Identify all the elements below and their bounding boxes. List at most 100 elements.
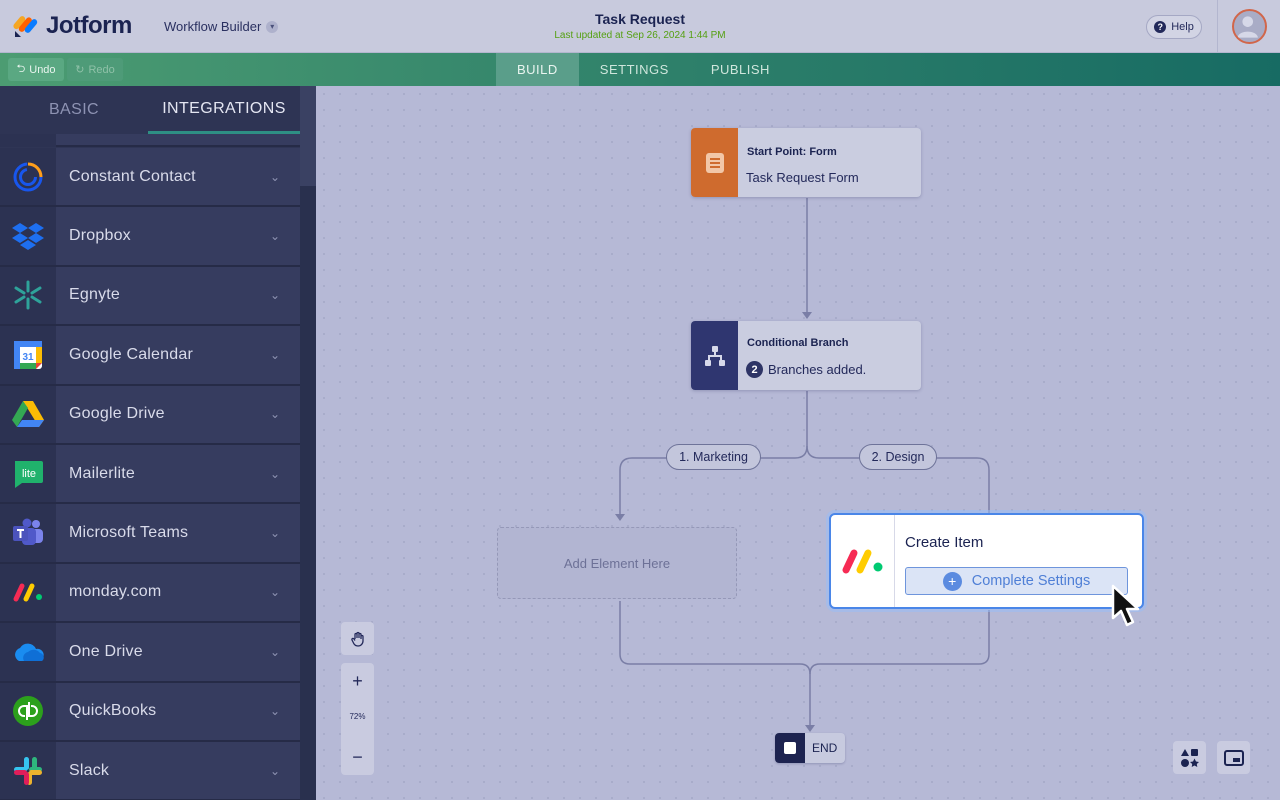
zoom-level: 72% xyxy=(349,712,366,721)
google-drive-icon xyxy=(12,401,44,428)
element-sidebar: BASIC INTEGRATIONS Constant Contact ⌄ Dr… xyxy=(0,86,316,800)
onedrive-icon xyxy=(15,643,44,661)
sidebar-tabs: BASIC INTEGRATIONS xyxy=(0,86,300,134)
complete-settings-label: Complete Settings xyxy=(971,573,1091,589)
sidebar-item-mailerlite[interactable]: lite Mailerlite ⌄ xyxy=(0,444,300,505)
sidebar-item-google-calendar[interactable]: 31 Google Calendar ⌄ xyxy=(0,326,300,386)
conditional-node-title: Conditional Branch xyxy=(747,337,849,349)
branch-count-badge: 2 xyxy=(746,361,763,378)
sidebar-item-label: Mailerlite xyxy=(69,464,136,482)
zoom-in-button[interactable]: + xyxy=(341,666,374,696)
pan-tool-button[interactable] xyxy=(341,622,374,655)
sidebar-item-dropbox[interactable]: Dropbox ⌄ xyxy=(0,207,300,267)
tab-build[interactable]: BUILD xyxy=(496,53,579,86)
zoom-controls: + 72% − xyxy=(341,663,374,775)
tab-integrations[interactable]: INTEGRATIONS xyxy=(148,86,300,134)
sidebar-item-label: Slack xyxy=(69,761,110,779)
conditional-branch-node[interactable]: Conditional Branch 2 Branches added. xyxy=(691,321,921,390)
calendar-day-text: 31 xyxy=(22,352,34,363)
sidebar-item-quickbooks[interactable]: QuickBooks ⌄ xyxy=(0,682,300,742)
hand-icon xyxy=(350,631,364,647)
header-divider xyxy=(1217,0,1218,53)
stop-icon xyxy=(775,733,805,763)
branch-icon xyxy=(691,321,738,390)
chevron-down-icon: ⌄ xyxy=(269,347,281,362)
sidebar-item-onedrive[interactable]: One Drive ⌄ xyxy=(0,623,300,683)
sidebar-item-label: Egnyte xyxy=(69,286,121,304)
chevron-down-icon: ⌄ xyxy=(269,763,281,778)
chevron-down-icon: ⌄ xyxy=(269,585,281,600)
chevron-down-icon: ▾ xyxy=(266,20,279,33)
help-button[interactable]: ? Help xyxy=(1146,15,1202,39)
tab-publish[interactable]: PUBLISH xyxy=(690,53,791,86)
add-element-placeholder[interactable]: Add Element Here xyxy=(497,527,737,599)
sidebar-item-label: Microsoft Teams xyxy=(69,524,189,542)
help-label: Help xyxy=(1171,21,1194,33)
create-item-node[interactable]: Create Item + Complete Settings xyxy=(829,513,1144,609)
quickbooks-icon xyxy=(13,696,43,727)
undo-label: Undo xyxy=(29,63,56,76)
redo-button[interactable]: ↻ Redo xyxy=(67,58,123,81)
list-item-partial xyxy=(0,134,56,147)
chevron-down-icon: ⌄ xyxy=(269,169,281,184)
redo-label: Redo xyxy=(88,63,115,76)
mailerlite-icon: lite xyxy=(15,460,43,488)
question-icon: ? xyxy=(1154,21,1167,33)
workflow-builder-switcher[interactable]: Workflow Builder ▾ xyxy=(164,19,279,34)
chevron-down-icon: ⌄ xyxy=(269,704,281,719)
chevron-down-icon: ⌄ xyxy=(269,288,281,303)
page-title[interactable]: Task Request xyxy=(440,11,840,27)
sidebar-item-constant-contact[interactable]: Constant Contact ⌄ xyxy=(0,148,300,208)
sidebar-item-microsoft-teams[interactable]: Microsoft Teams ⌄ xyxy=(0,504,300,564)
chevron-down-icon: ⌄ xyxy=(269,644,281,659)
logo-text: Jotform xyxy=(46,12,132,39)
conditional-node-subtitle: 2 Branches added. xyxy=(746,361,866,378)
elements-panel-button[interactable] xyxy=(1173,741,1206,774)
dropbox-icon xyxy=(12,223,44,251)
end-node[interactable]: END xyxy=(775,733,845,763)
start-node-title: Start Point: Form xyxy=(747,146,837,158)
chevron-down-icon: ⌄ xyxy=(269,466,281,481)
sidebar-scrollbar[interactable] xyxy=(300,86,316,800)
branch-label-marketing[interactable]: 1. Marketing xyxy=(666,444,761,470)
zoom-out-button[interactable]: − xyxy=(341,742,374,772)
tab-settings[interactable]: SETTINGS xyxy=(579,53,690,86)
undo-icon: ⮌ xyxy=(16,63,26,75)
sidebar-item-egnyte[interactable]: Egnyte ⌄ xyxy=(0,266,300,327)
start-node-subtitle: Task Request Form xyxy=(746,170,859,185)
sidebar-item-slack[interactable]: Slack ⌄ xyxy=(0,741,300,800)
user-avatar[interactable] xyxy=(1232,9,1267,44)
plus-icon: + xyxy=(942,571,962,591)
mouse-pointer-icon xyxy=(1111,584,1140,627)
workflow-canvas[interactable]: Start Point: Form Task Request Form Cond… xyxy=(316,86,1280,800)
redo-icon: ↻ xyxy=(75,64,85,76)
monday-icon xyxy=(13,583,42,602)
sidebar-scrollbar-thumb[interactable] xyxy=(300,86,316,186)
minimap-button[interactable] xyxy=(1217,741,1250,774)
sidebar-item-monday[interactable]: monday.com ⌄ xyxy=(0,563,300,624)
microsoft-teams-icon xyxy=(13,518,43,546)
start-point-node[interactable]: Start Point: Form Task Request Form xyxy=(691,128,921,197)
chevron-down-icon: ⌄ xyxy=(269,229,281,244)
builder-toolbar: ⮌ Undo ↻ Redo BUILD SETTINGS PUBLISH xyxy=(0,53,1280,86)
complete-settings-button[interactable]: + Complete Settings xyxy=(905,567,1128,595)
sidebar-item-label: Google Calendar xyxy=(69,345,193,363)
top-header: Jotform Workflow Builder ▾ Task Request … xyxy=(0,0,1280,53)
undo-button[interactable]: ⮌ Undo xyxy=(8,58,64,81)
title-block: Task Request Last updated at Sep 26, 202… xyxy=(440,11,840,41)
monday-icon xyxy=(831,515,895,607)
conditional-node-subtitle-text: Branches added. xyxy=(768,362,867,377)
sidebar-item-label: QuickBooks xyxy=(69,702,157,720)
branch-label-design[interactable]: 2. Design xyxy=(859,444,937,470)
shapes-icon xyxy=(1180,748,1199,767)
sidebar-item-label: monday.com xyxy=(69,583,162,601)
jotform-logo[interactable]: Jotform xyxy=(13,12,132,40)
sidebar-item-google-drive[interactable]: Google Drive ⌄ xyxy=(0,385,300,445)
sidebar-item-label: One Drive xyxy=(69,642,143,660)
minimap-icon xyxy=(1223,749,1244,766)
sidebar-item-label: Google Drive xyxy=(69,405,165,423)
sidebar-item-label: Dropbox xyxy=(69,227,131,245)
tab-basic[interactable]: BASIC xyxy=(0,86,148,134)
end-label: END xyxy=(812,741,838,755)
chevron-down-icon: ⌄ xyxy=(269,526,281,541)
